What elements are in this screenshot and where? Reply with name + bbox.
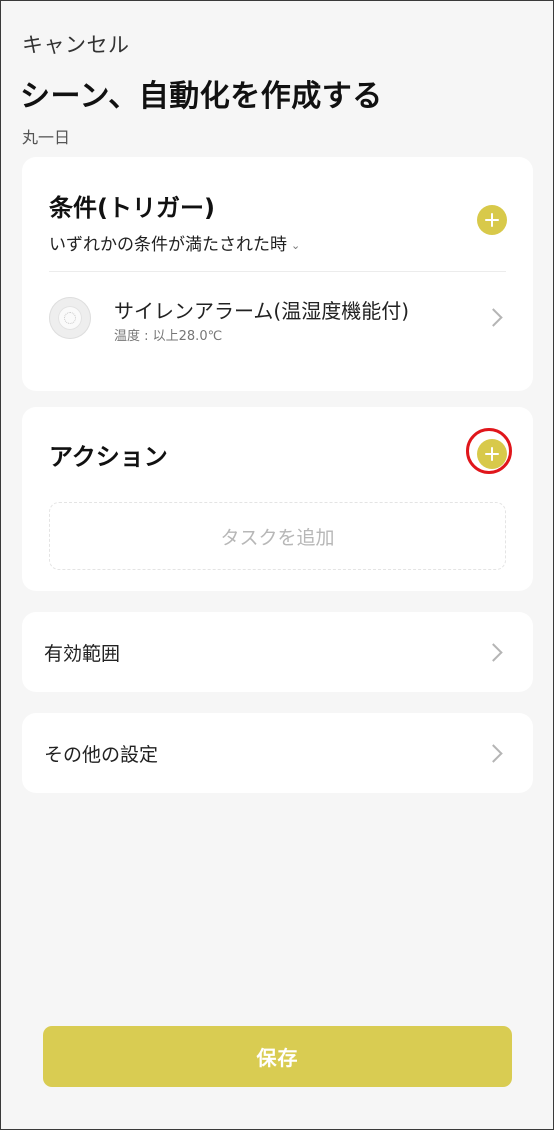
actions-card: アクション タスクを追加 (22, 407, 533, 591)
page-title: シーン、自動化を作成する (20, 79, 383, 114)
condition-device-name: サイレンアラーム(温湿度機能付) (114, 299, 410, 323)
add-task-button[interactable]: タスクを追加 (49, 502, 506, 570)
trigger-mode-selector[interactable]: いずれかの条件が満たされた時 ⌄ (49, 230, 300, 255)
chevron-right-icon (484, 744, 503, 763)
save-button[interactable]: 保存 (43, 1026, 512, 1087)
schedule-label[interactable]: 丸一日 (22, 124, 70, 148)
effective-range-row[interactable]: 有効範囲 (22, 612, 533, 692)
divider (49, 271, 506, 272)
chevron-right-icon (484, 308, 503, 327)
conditions-card: 条件(トリガー) いずれかの条件が満たされた時 ⌄ サイレンアラーム(温湿度機能付… (22, 157, 533, 391)
effective-range-label: 有効範囲 (44, 643, 121, 665)
condition-detail: 温度 : 以上28.0℃ (114, 329, 223, 344)
screen: キャンセル シーン、自動化を作成する 丸一日 条件(トリガー) いずれかの条件が… (0, 0, 554, 1130)
conditions-title: 条件(トリガー) (49, 194, 215, 222)
other-settings-label: その他の設定 (44, 744, 159, 766)
actions-title: アクション (49, 443, 168, 471)
trigger-mode-label: いずれかの条件が満たされた時 (49, 235, 287, 255)
cancel-button[interactable]: キャンセル (22, 29, 130, 59)
chevron-down-icon: ⌄ (291, 238, 301, 252)
chevron-right-icon (484, 643, 503, 662)
add-action-button[interactable] (477, 439, 507, 469)
other-settings-row[interactable]: その他の設定 (22, 713, 533, 793)
add-condition-button[interactable] (477, 205, 507, 235)
siren-device-icon (49, 297, 91, 339)
